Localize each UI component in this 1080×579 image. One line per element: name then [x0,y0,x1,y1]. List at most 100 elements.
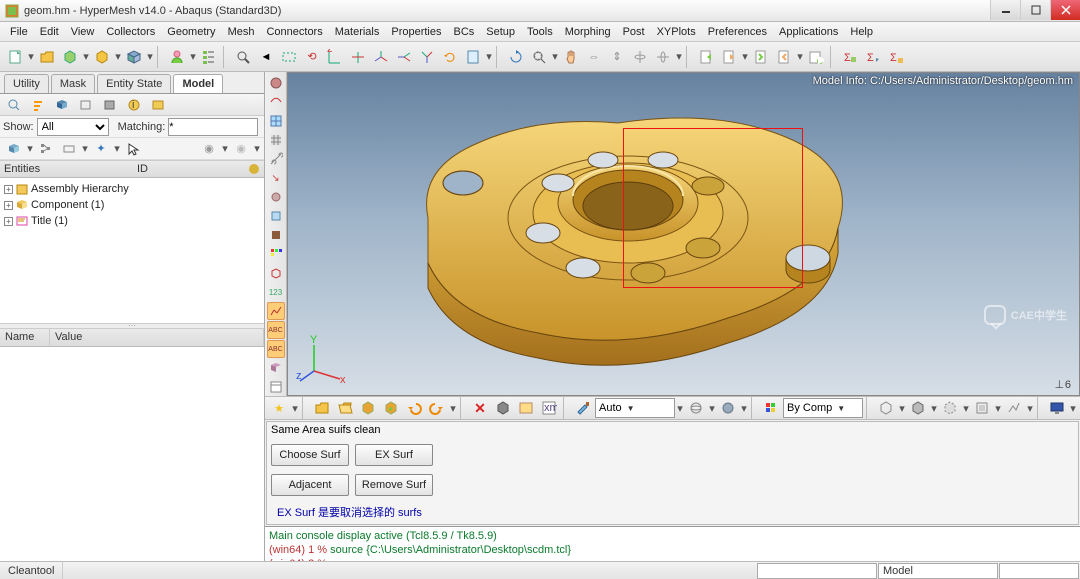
adjacent-button[interactable]: Adjacent [271,474,349,496]
vt-clip-icon[interactable] [267,150,285,168]
tool-hand-icon[interactable] [560,46,582,68]
panel-info-icon[interactable]: i [123,94,145,116]
tool-run-icon[interactable]: ▶ [805,46,827,68]
cube3-icon[interactable] [357,397,379,419]
et-rect-icon[interactable] [58,138,80,160]
et-q-icon[interactable]: ✦ [90,138,112,160]
et-cursor-icon[interactable] [122,138,144,160]
dropdown-icon[interactable]: ▾ [1069,402,1077,415]
tab-mask[interactable]: Mask [51,74,95,93]
menu-materials[interactable]: Materials [329,24,386,40]
dropdown-icon[interactable]: ▾ [485,50,493,63]
dropdown-icon[interactable]: ▾ [551,50,559,63]
tree-item[interactable]: + Title (1) [2,213,262,229]
3d-viewport[interactable]: Model Info: C:/Users/Administrator/Deskt… [287,72,1080,396]
folder1-icon[interactable] [311,397,333,419]
tcl-console[interactable]: Main console display active (Tcl8.5.9 / … [265,526,1080,561]
menu-preferences[interactable]: Preferences [702,24,773,40]
tool-user-icon[interactable] [166,46,188,68]
menu-file[interactable]: File [4,24,34,40]
vt-palette-icon[interactable] [267,245,285,263]
wire-sphere-icon[interactable] [685,397,707,419]
vt-brown-icon[interactable] [267,226,285,244]
dropdown-icon[interactable]: ▾ [253,142,261,155]
dropdown-icon[interactable]: ▾ [291,402,299,415]
vt-grid-icon[interactable] [267,112,285,130]
brush-icon[interactable] [572,397,594,419]
dropdown-icon[interactable]: ▾ [146,50,154,63]
xml-icon[interactable]: xml [538,397,560,419]
dropdown-icon[interactable]: ▾ [26,142,34,155]
dropdown-icon[interactable]: ▾ [113,142,121,155]
dropdown-icon[interactable]: ▾ [675,50,683,63]
tab-model[interactable]: Model [173,74,223,93]
tool-phi2-icon[interactable] [652,46,674,68]
menu-help[interactable]: Help [844,24,879,40]
dropdown-icon[interactable]: ▾ [740,402,748,415]
redo-big-icon[interactable] [426,397,448,419]
remove-surf-button[interactable]: Remove Surf [355,474,433,496]
tool-axis2-icon[interactable] [347,46,369,68]
tool-page-icon[interactable] [462,46,484,68]
tool-arrows-ud-icon[interactable]: ⇕ [606,46,628,68]
menu-edit[interactable]: Edit [34,24,65,40]
tool-tree-icon[interactable] [198,46,220,68]
menu-xyplots[interactable]: XYPlots [651,24,702,40]
et-hier-icon[interactable] [35,138,57,160]
vt-cube2-icon[interactable] [267,359,285,377]
dropdown-icon[interactable]: ▾ [221,142,229,155]
tool-export2-icon[interactable] [773,46,795,68]
menu-collectors[interactable]: Collectors [100,24,161,40]
tool-phi1-icon[interactable] [629,46,651,68]
tool-arrows-lr-icon[interactable]: ⇔ [583,46,605,68]
menu-geometry[interactable]: Geometry [161,24,221,40]
et-cube-icon[interactable] [3,138,25,160]
panel-sort-icon[interactable] [27,94,49,116]
status-box-model[interactable]: Model [878,563,998,579]
tool-cube-icon[interactable] [123,46,145,68]
vt-arrow-icon[interactable]: ↘ [267,169,285,187]
menu-morphing[interactable]: Morphing [559,24,617,40]
et-eye2-icon[interactable]: ◉ [230,138,252,160]
menu-applications[interactable]: Applications [773,24,844,40]
card-icon[interactable] [515,397,537,419]
ex-surf-button[interactable]: EX Surf [355,444,433,466]
tree-item[interactable]: + Assembly Hierarchy [2,181,262,197]
shrink-icon[interactable] [971,397,993,419]
menu-setup[interactable]: Setup [480,24,521,40]
tool-box-green-icon[interactable] [59,46,81,68]
panel-cube-icon[interactable] [51,94,73,116]
show-select[interactable]: All [37,118,109,136]
dropdown-icon[interactable]: ▾ [994,402,1002,415]
minimize-button[interactable] [990,0,1020,20]
vt-box3d-icon[interactable] [267,264,285,282]
vt-mesh-icon[interactable] [267,131,285,149]
matching-input[interactable] [168,118,258,136]
tool-axis5-icon[interactable] [416,46,438,68]
dropdown-icon[interactable]: ▾ [27,50,35,63]
wire1-icon[interactable] [875,397,897,419]
tab-utility[interactable]: Utility [4,74,49,93]
close-button[interactable] [1050,0,1080,20]
bycomp-combo[interactable]: By Comp▼ [783,398,863,418]
menu-view[interactable]: View [65,24,101,40]
vt-abc-icon[interactable]: ABC [267,321,285,339]
choose-surf-button[interactable]: Choose Surf [271,444,349,466]
panel-rect1-icon[interactable] [75,94,97,116]
tree-item[interactable]: + Component (1) [2,197,262,213]
vt-window-icon[interactable] [267,378,285,396]
vt-chart-icon[interactable] [267,302,285,320]
vt-transp-icon[interactable] [267,207,285,225]
delete-icon[interactable]: ✕ [469,397,491,419]
shaded-sphere-icon[interactable] [717,397,739,419]
tool-box-yellow-icon[interactable] [91,46,113,68]
tool-axis3-icon[interactable] [370,46,392,68]
tool-axis4-icon[interactable] [393,46,415,68]
tool-rect-icon[interactable] [278,46,300,68]
monitor-icon[interactable] [1046,397,1068,419]
vt-tool1-icon[interactable] [267,188,285,206]
dropdown-icon[interactable]: ▾ [741,50,749,63]
menu-properties[interactable]: Properties [385,24,447,40]
tool-zoomfit-icon[interactable] [528,46,550,68]
dropdown-icon[interactable]: ▾ [676,402,684,415]
